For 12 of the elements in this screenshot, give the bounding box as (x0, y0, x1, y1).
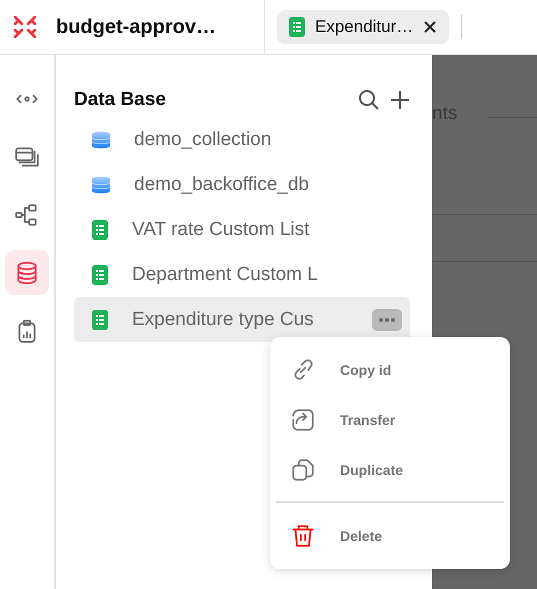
database-list-item[interactable]: VAT rate Custom List (74, 207, 410, 252)
database-list-item[interactable]: demo_backoffice_db (74, 162, 410, 207)
menu-item[interactable]: Copy id (276, 345, 504, 395)
database-list-item[interactable]: Expenditure type Cus (74, 297, 410, 342)
menu-item[interactable]: Delete (276, 511, 504, 561)
file-tab[interactable]: Expenditur… (277, 10, 450, 44)
menu-item[interactable]: Transfer (276, 395, 504, 445)
database-list-item[interactable]: Department Custom L (74, 252, 410, 297)
menu-item[interactable]: Duplicate (276, 445, 504, 495)
project-title: budget-approv… (56, 16, 216, 38)
database-list-item[interactable]: demo_collection (74, 117, 410, 162)
panel-title: Data Base (74, 89, 166, 111)
